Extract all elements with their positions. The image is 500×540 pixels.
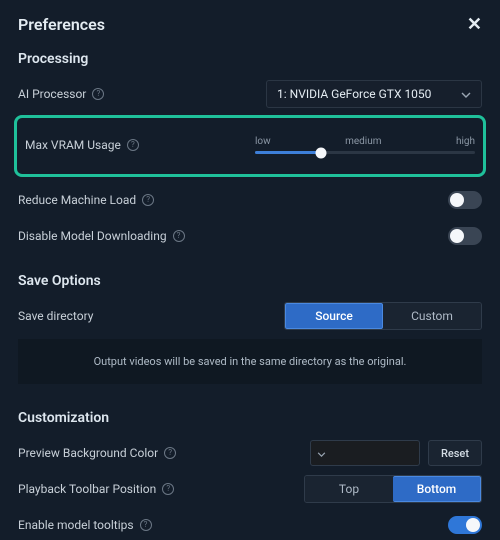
- row-max-vram: Max VRAM Usage ? low medium high: [25, 130, 475, 160]
- label-text: Disable Model Downloading: [18, 229, 167, 243]
- tick-medium: medium: [345, 136, 381, 147]
- close-icon[interactable]: ✕: [467, 14, 482, 35]
- window-title: Preferences: [18, 15, 105, 34]
- label-text: AI Processor: [18, 87, 86, 101]
- row-bg-color: Preview Background Color ? Reset: [18, 438, 482, 468]
- ai-processor-label: AI Processor ?: [18, 87, 104, 101]
- seg-custom[interactable]: Custom: [383, 303, 481, 329]
- toolbar-pos-segmented: Top Bottom: [304, 475, 482, 503]
- section-title-processing: Processing: [18, 51, 482, 67]
- seg-bottom[interactable]: Bottom: [393, 476, 481, 502]
- help-icon[interactable]: ?: [92, 88, 104, 100]
- help-icon[interactable]: ?: [162, 483, 174, 495]
- row-toolbar-position: Playback Toolbar Position ? Top Bottom: [18, 474, 482, 504]
- row-reduce-load: Reduce Machine Load ?: [18, 185, 482, 215]
- tooltips-toggle[interactable]: [448, 516, 482, 534]
- help-icon[interactable]: ?: [164, 447, 176, 459]
- slider-track[interactable]: [255, 151, 475, 154]
- max-vram-label: Max VRAM Usage ?: [25, 138, 139, 152]
- row-ai-processor: AI Processor ? 1: NVIDIA GeForce GTX 105…: [18, 79, 482, 109]
- toolbar-pos-label: Playback Toolbar Position ?: [18, 482, 174, 496]
- disable-download-toggle[interactable]: [448, 227, 482, 245]
- chevron-down-icon: [317, 446, 326, 460]
- slider-ticks: low medium high: [255, 136, 475, 147]
- label-text: Playback Toolbar Position: [18, 482, 156, 496]
- save-dir-label: Save directory: [18, 309, 93, 323]
- preferences-pane: Preferences ✕ Processing AI Processor ? …: [0, 0, 500, 540]
- row-model-tooltips: Enable model tooltips ?: [18, 510, 482, 540]
- row-disable-download: Disable Model Downloading ?: [18, 221, 482, 251]
- help-icon[interactable]: ?: [140, 519, 152, 531]
- slider-fill: [255, 151, 321, 154]
- header: Preferences ✕: [18, 14, 482, 35]
- ai-processor-select[interactable]: 1: NVIDIA GeForce GTX 1050: [266, 80, 482, 108]
- reduce-load-toggle[interactable]: [448, 191, 482, 209]
- seg-top[interactable]: Top: [305, 476, 393, 502]
- label-text: Preview Background Color: [18, 446, 158, 460]
- vram-slider[interactable]: low medium high: [255, 136, 475, 154]
- save-dir-segmented: Source Custom: [284, 302, 482, 330]
- tick-low: low: [255, 136, 271, 147]
- section-title-save: Save Options: [18, 273, 482, 289]
- label-text: Reduce Machine Load: [18, 193, 136, 207]
- save-info: Output videos will be saved in the same …: [18, 339, 482, 384]
- bg-color-picker[interactable]: [310, 440, 420, 466]
- label-text: Save directory: [18, 309, 93, 323]
- help-icon[interactable]: ?: [173, 230, 185, 242]
- vram-highlight: Max VRAM Usage ? low medium high: [14, 115, 486, 177]
- section-title-customization: Customization: [18, 410, 482, 426]
- row-save-directory: Save directory Source Custom: [18, 301, 482, 331]
- chevron-down-icon: [461, 87, 471, 101]
- tick-high: high: [456, 136, 475, 147]
- tooltips-label: Enable model tooltips ?: [18, 518, 152, 532]
- bg-color-controls: Reset: [310, 440, 482, 466]
- label-text: Enable model tooltips: [18, 518, 134, 532]
- slider-thumb[interactable]: [316, 147, 327, 158]
- label-text: Max VRAM Usage: [25, 138, 121, 152]
- help-icon[interactable]: ?: [127, 139, 139, 151]
- seg-source[interactable]: Source: [285, 303, 383, 329]
- help-icon[interactable]: ?: [142, 194, 154, 206]
- reset-button[interactable]: Reset: [428, 440, 482, 466]
- bg-color-label: Preview Background Color ?: [18, 446, 176, 460]
- reduce-load-label: Reduce Machine Load ?: [18, 193, 154, 207]
- disable-download-label: Disable Model Downloading ?: [18, 229, 185, 243]
- select-value: 1: NVIDIA GeForce GTX 1050: [277, 87, 431, 101]
